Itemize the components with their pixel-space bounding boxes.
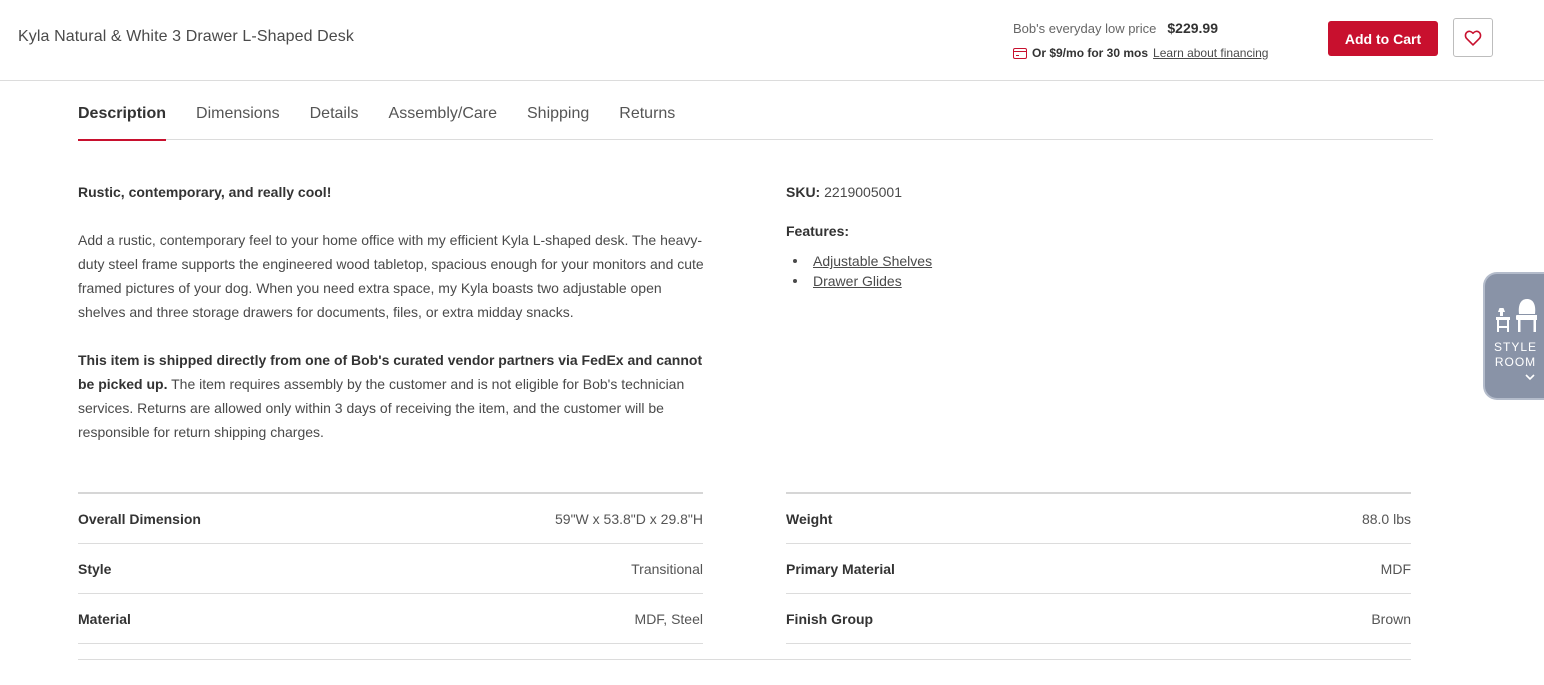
spec-value: MDF [1380,560,1411,577]
spec-value: 59"W x 53.8"D x 29.8"H [555,510,703,527]
divider [78,659,1411,660]
sku-label: SKU: [786,184,821,200]
feature-link-adjustable-shelves[interactable]: Adjustable Shelves [813,253,932,269]
shipping-notice: This item is shipped directly from one o… [78,348,708,444]
specs-table-right: Weight 88.0 lbs Primary Material MDF Fin… [786,492,1411,644]
style-room-label-line2: ROOM [1494,355,1537,369]
spec-value: Brown [1371,610,1411,627]
sku-row: SKU: 2219005001 [786,180,1386,204]
style-room-label-line1: STYLE [1493,340,1537,354]
table-row: Style Transitional [78,544,703,594]
spec-value: MDF, Steel [634,610,703,627]
features-title: Features: [786,223,850,239]
product-info-tabs: Description Dimensions Details Assembly/… [78,91,1433,141]
style-room-label: STYLE ROOM [1485,340,1544,370]
product-sticky-header: Kyla Natural & White 3 Drawer L-Shaped D… [0,0,1544,81]
table-row: Overall Dimension 59"W x 53.8"D x 29.8"H [78,494,703,544]
product-title: Kyla Natural & White 3 Drawer L-Shaped D… [18,28,354,45]
spec-key: Weight [786,510,833,527]
spec-value: Transitional [631,560,703,577]
tab-description[interactable]: Description [78,91,167,141]
spec-key: Primary Material [786,560,895,577]
shipping-notice-text: The item requires assembly by the custom… [78,376,685,440]
heart-icon [1464,30,1482,46]
spec-key: Style [78,560,112,577]
description-body: Add a rustic, contemporary feel to your … [78,232,704,320]
description-tagline: Rustic, contemporary, and really cool! [78,184,332,200]
tab-assembly-care[interactable]: Assembly/Care [389,91,497,140]
tab-shipping[interactable]: Shipping [527,91,589,140]
spec-key: Overall Dimension [78,510,201,527]
financing-link[interactable]: Learn about financing [1153,46,1268,60]
table-row: Primary Material MDF [786,544,1411,594]
sku-features-section: SKU: 2219005001 Features: Adjustable She… [786,180,1386,291]
table-row: Finish Group Brown [786,594,1411,644]
furniture-icon [1496,299,1537,332]
tab-details[interactable]: Details [310,91,359,140]
spec-key: Finish Group [786,610,874,627]
feature-link-drawer-glides[interactable]: Drawer Glides [813,273,902,289]
sku-value: 2219005001 [824,184,902,200]
spec-value: 88.0 lbs [1361,510,1411,527]
financing-text: Or $9/mo for 30 mos [1032,46,1149,60]
spec-key: Material [78,610,131,627]
financing-row: Or $9/mo for 30 mos Learn about financin… [1013,45,1303,61]
list-item: Adjustable Shelves [786,251,1386,271]
price-value: $229.99 [1167,20,1218,36]
credit-card-icon [1013,47,1027,59]
style-room-tab[interactable]: STYLE ROOM [1483,272,1544,400]
add-to-cart-button[interactable]: Add to Cart [1328,21,1438,56]
wishlist-button[interactable] [1453,18,1493,57]
features-list: Adjustable Shelves Drawer Glides [786,251,1386,291]
tab-dimensions[interactable]: Dimensions [196,91,280,140]
specs-table-left: Overall Dimension 59"W x 53.8"D x 29.8"H… [78,492,703,644]
table-row: Weight 88.0 lbs [786,494,1411,544]
description-section: Rustic, contemporary, and really cool! A… [78,180,708,468]
tab-returns[interactable]: Returns [619,91,675,140]
price-label: Bob's everyday low price [1013,21,1157,36]
price-row: Bob's everyday low price $229.99 [1013,20,1303,38]
table-row: Material MDF, Steel [78,594,703,644]
chevron-down-icon [1525,374,1535,381]
list-item: Drawer Glides [786,271,1386,291]
price-block: Bob's everyday low price $229.99 Or $9/m… [1013,20,1303,61]
